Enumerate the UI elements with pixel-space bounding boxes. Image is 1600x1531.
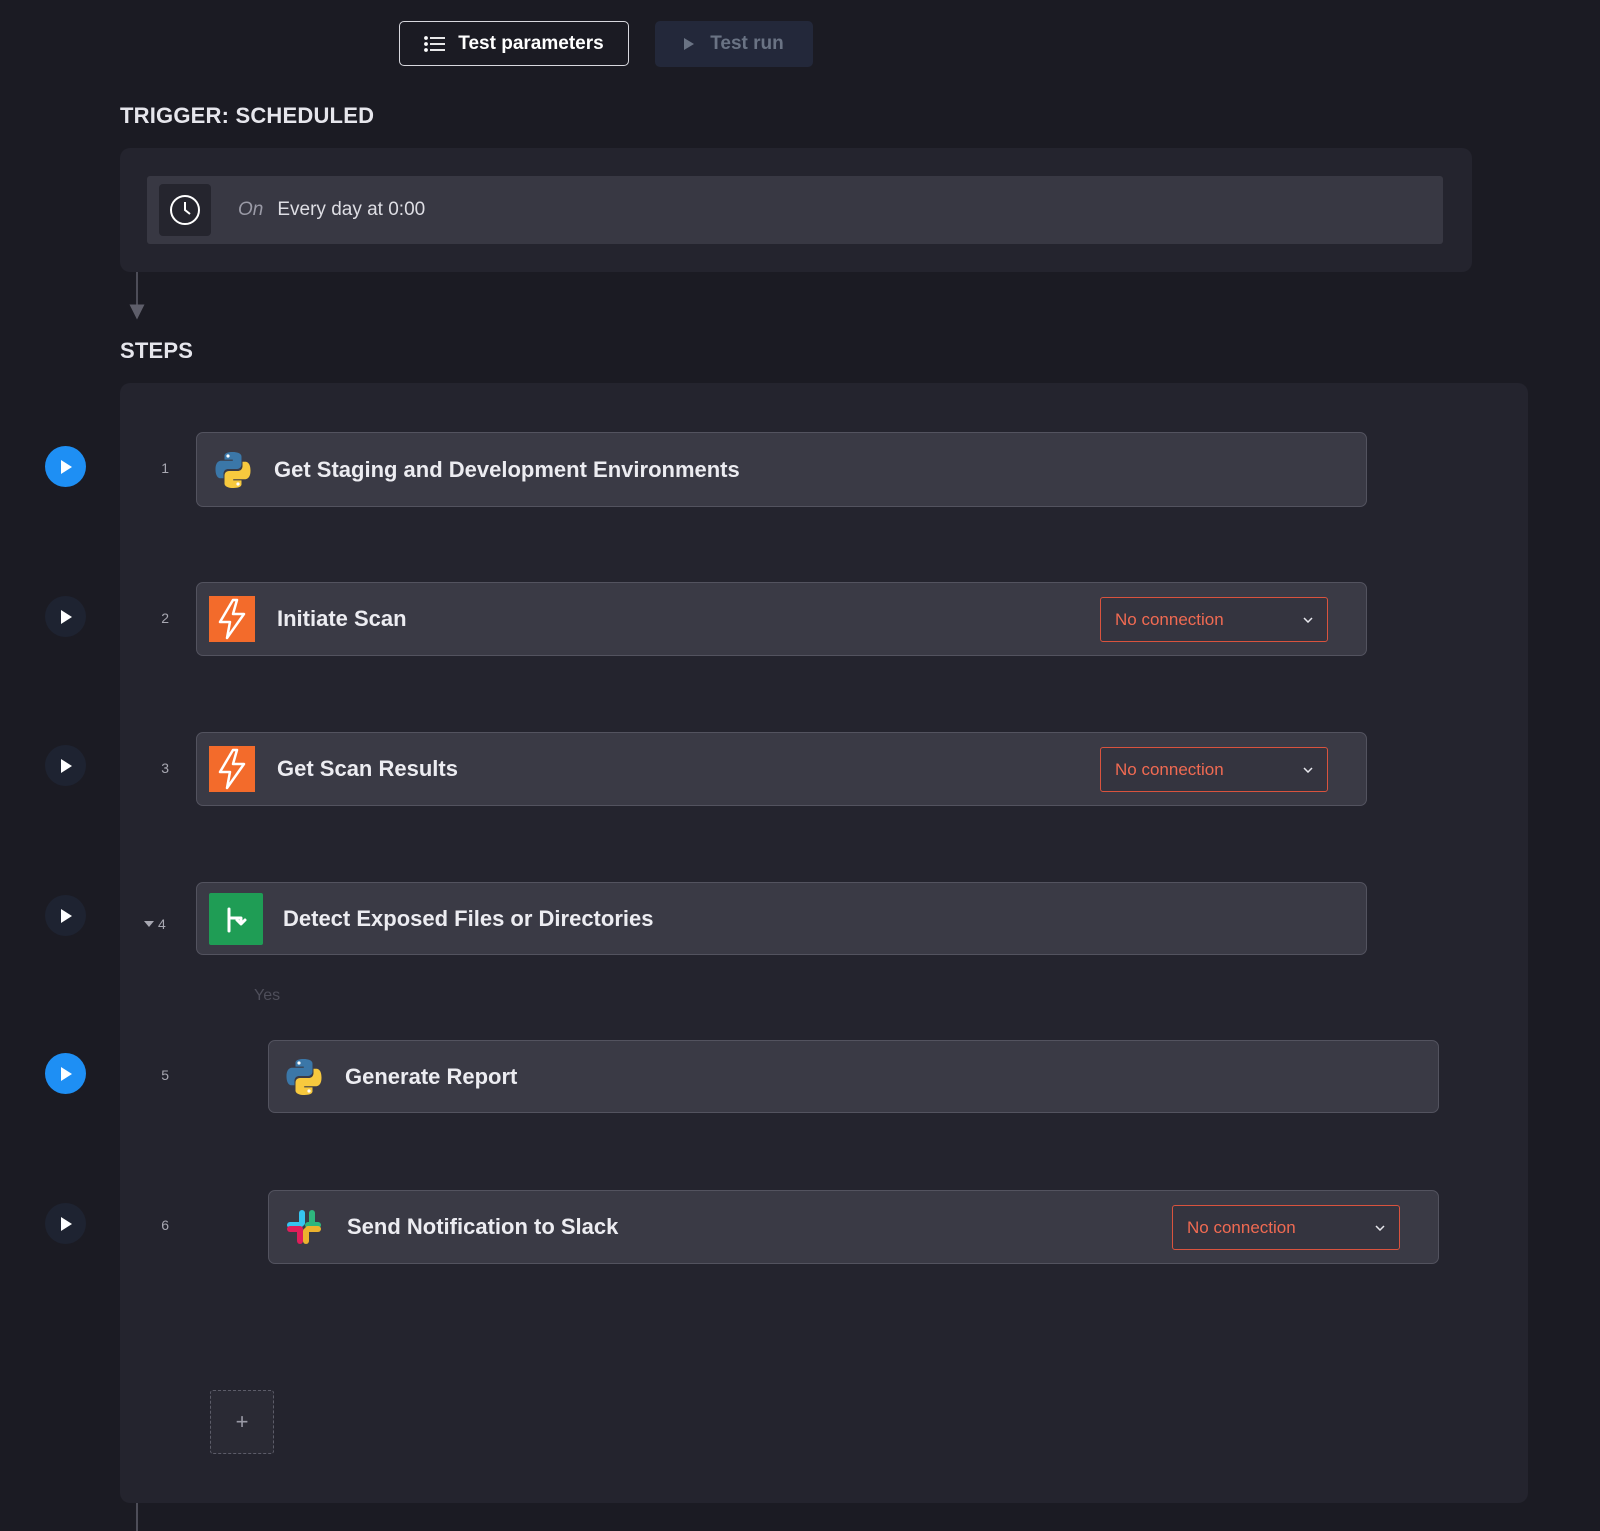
run-step-2-button[interactable]: [45, 596, 86, 637]
play-icon: [60, 908, 72, 923]
clock-icon: [159, 184, 211, 236]
steps-section-title: STEPS: [120, 338, 194, 363]
connection-select-value: No connection: [1115, 609, 1224, 629]
test-run-button[interactable]: Test run: [655, 21, 813, 67]
chevron-down-icon: [1375, 1224, 1385, 1231]
run-step-3-button[interactable]: [45, 745, 86, 786]
branch-yes-label: Yes: [254, 987, 281, 1004]
step-3-number: 3: [161, 760, 169, 776]
trigger-schedule-text: Every day at 0:00: [277, 199, 426, 220]
step-6-number: 6: [161, 1217, 169, 1233]
scanner-bolt-icon: [209, 596, 255, 642]
step-1-title: Get Staging and Development Environments: [274, 456, 740, 482]
step-4-number: 4: [158, 916, 166, 932]
connection-select-value: No connection: [1115, 759, 1224, 779]
run-step-5-button[interactable]: [45, 1053, 86, 1094]
step-2-card[interactable]: Initiate Scan No connection: [196, 582, 1367, 656]
step-3-card[interactable]: Get Scan Results No connection: [196, 732, 1367, 806]
chevron-down-icon: [1303, 766, 1313, 773]
trigger-section-title: TRIGGER: SCHEDULED: [120, 103, 375, 128]
step-6-connection-select[interactable]: No connection: [1172, 1205, 1400, 1250]
trigger-on-label: On: [238, 199, 264, 220]
play-icon: [60, 459, 72, 474]
step-4-card[interactable]: Detect Exposed Files or Directories: [196, 882, 1367, 955]
run-step-6-button[interactable]: [45, 1203, 86, 1244]
step-4-collapse-toggle[interactable]: 4: [144, 916, 166, 932]
slack-icon: [281, 1204, 327, 1250]
play-icon: [60, 1066, 72, 1081]
test-run-label: Test run: [710, 33, 784, 54]
plus-icon: +: [235, 1409, 249, 1434]
step-4-title: Detect Exposed Files or Directories: [283, 905, 654, 931]
step-5-title: Generate Report: [345, 1063, 518, 1089]
play-icon: [60, 758, 72, 773]
step-2-title: Initiate Scan: [277, 606, 407, 631]
step-5-number: 5: [161, 1067, 169, 1083]
list-icon: [424, 35, 446, 52]
step-6-title: Send Notification to Slack: [347, 1214, 619, 1239]
branch-condition-icon: [209, 892, 263, 945]
add-step-button[interactable]: +: [210, 1390, 274, 1454]
test-parameters-label: Test parameters: [458, 32, 604, 54]
python-icon: [210, 447, 256, 493]
step-2-connection-select[interactable]: No connection: [1100, 597, 1328, 642]
step-1-card[interactable]: Get Staging and Development Environments: [196, 432, 1367, 507]
play-icon: [60, 609, 72, 624]
step-2-number: 2: [161, 610, 169, 626]
step-3-connection-select[interactable]: No connection: [1100, 747, 1328, 792]
run-step-1-button[interactable]: [45, 446, 86, 487]
trigger-schedule-row[interactable]: On Every day at 0:00: [147, 176, 1443, 244]
scanner-bolt-icon: [209, 746, 255, 792]
python-icon: [281, 1054, 327, 1100]
chevron-down-icon: [1303, 616, 1313, 623]
step-5-card[interactable]: Generate Report: [268, 1040, 1439, 1113]
test-parameters-button[interactable]: Test parameters: [399, 21, 629, 66]
play-icon: [684, 38, 695, 50]
step-1-number: 1: [161, 460, 169, 476]
play-icon: [60, 1216, 72, 1231]
run-step-4-button[interactable]: [45, 895, 86, 936]
step-3-title: Get Scan Results: [277, 756, 458, 781]
connection-select-value: No connection: [1187, 1217, 1296, 1237]
step-6-card[interactable]: Send Notification to Slack No connection: [268, 1190, 1439, 1264]
caret-down-icon: [144, 921, 154, 927]
